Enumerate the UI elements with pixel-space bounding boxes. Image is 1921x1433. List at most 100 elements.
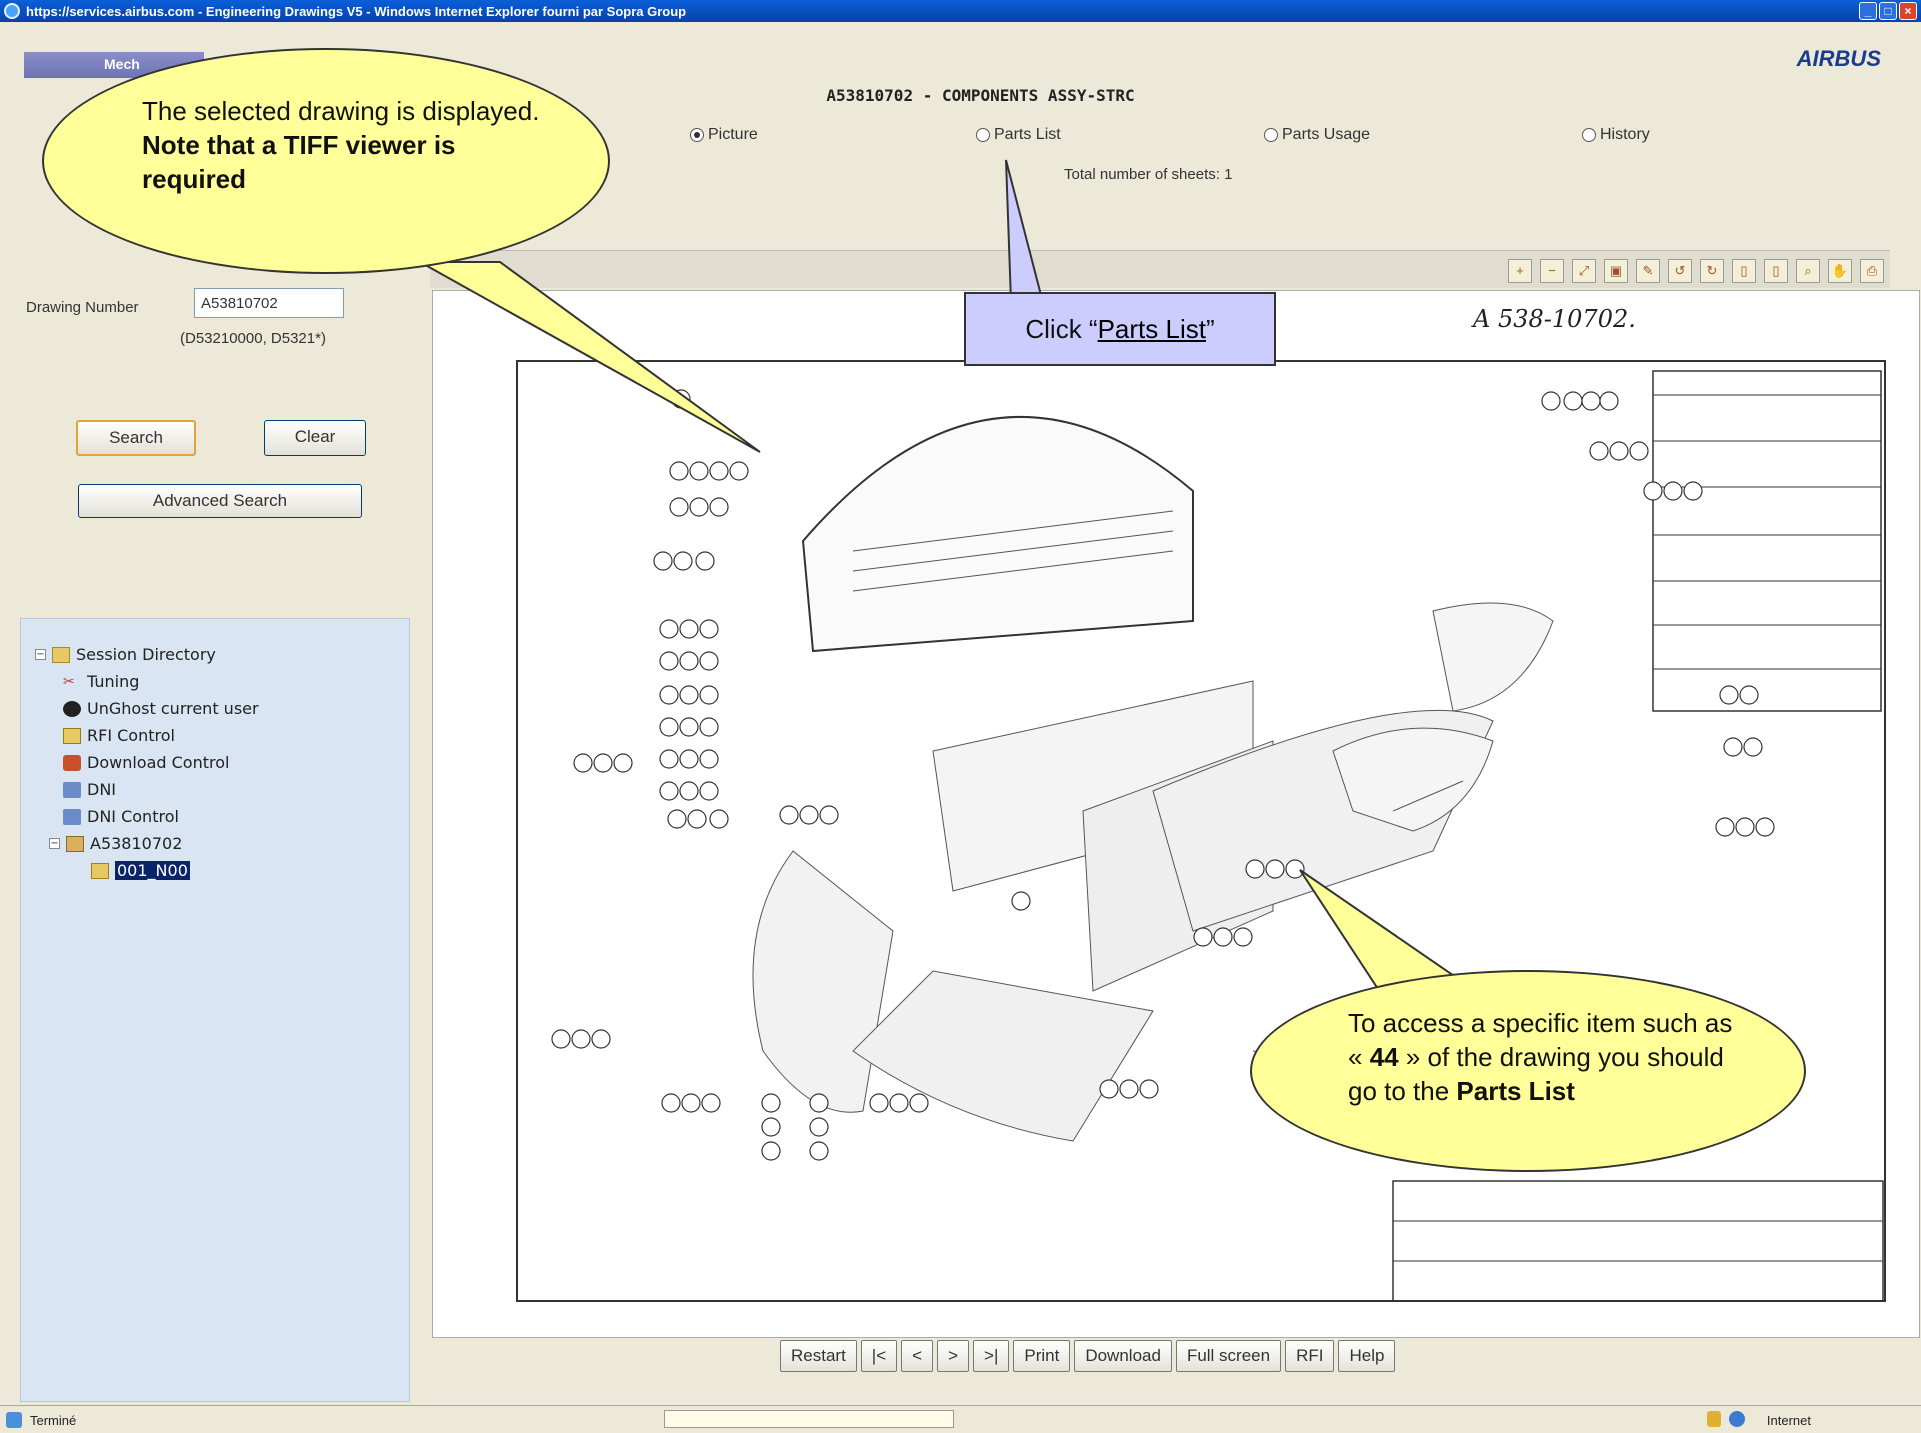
last-page-button[interactable]: >| (973, 1340, 1010, 1372)
folder-icon (52, 646, 70, 663)
status-progress (664, 1410, 954, 1428)
callout-click-parts-list: Click “Parts List” (964, 292, 1276, 366)
airbus-logo: AIRBUS (1796, 46, 1881, 71)
previous-page-button[interactable]: < (901, 1340, 934, 1372)
help-button[interactable]: Help (1338, 1340, 1396, 1372)
tuning-icon: ✂ (63, 673, 75, 690)
tree-item-unghost[interactable]: UnGhost current user (35, 695, 409, 722)
drawing-number-label: Drawing Number (26, 299, 139, 316)
page-icon[interactable]: ▯ (1732, 259, 1756, 283)
search-button[interactable]: Search (76, 420, 196, 456)
tree-label: Download Control (87, 753, 230, 772)
minimize-button[interactable]: _ (1859, 2, 1877, 20)
radio-picture[interactable]: Picture (690, 126, 758, 144)
magnify-icon[interactable]: ⌕ (1796, 259, 1820, 283)
tree-item-rfi[interactable]: RFI Control (35, 722, 409, 749)
callout-note: Note that a TIFF viewer is required (142, 130, 456, 194)
status-bar: Terminé Internet (0, 1405, 1921, 1433)
tree-label-selected: 001_N00 (115, 861, 190, 880)
radio-button[interactable] (1264, 128, 1278, 142)
radio-button[interactable] (690, 128, 704, 142)
callout-item-number: 44 (1369, 1042, 1399, 1072)
first-page-button[interactable]: |< (860, 1340, 898, 1372)
callout-link: Parts List (1097, 314, 1206, 344)
lock-icon (1707, 1411, 1721, 1427)
viewer-toolbar: + − ⤢ ▣ ✎ ↺ ↻ ▯ ▯ ⌕ ✋ ⎙ (430, 250, 1890, 288)
callout-text: The selected drawing is displayed. (142, 96, 540, 126)
callout-text: ” (1205, 314, 1215, 344)
tree-root[interactable]: − Session Directory (35, 641, 409, 668)
zoom-in-icon[interactable]: + (1508, 259, 1532, 283)
tree-label: Tuning (87, 672, 140, 691)
rotate-right-icon[interactable]: ↻ (1700, 259, 1724, 283)
download-button[interactable]: Download (1074, 1340, 1172, 1372)
callout-access-item: To access a specific item such as « 44 »… (1250, 970, 1806, 1172)
tree-label: RFI Control (87, 726, 175, 745)
radio-parts-list[interactable]: Parts List (976, 126, 1061, 144)
tree-label: DNI (87, 780, 117, 799)
tree-item-dni[interactable]: DNI (35, 776, 409, 803)
tree-item-tuning[interactable]: ✂ Tuning (35, 668, 409, 695)
advanced-search-button[interactable]: Advanced Search (78, 484, 362, 518)
rotate-left-icon[interactable]: ↺ (1668, 259, 1692, 283)
window-controls: _ □ × (1859, 2, 1917, 20)
sheet-icon (91, 862, 109, 879)
engineering-drawing (516, 360, 1886, 1302)
tree-label: Session Directory (76, 645, 216, 664)
print-icon[interactable]: ⎙ (1860, 259, 1884, 283)
tree-label: UnGhost current user (87, 699, 259, 718)
callout-bold: Parts List (1456, 1076, 1575, 1106)
pan-hand-icon[interactable]: ✋ (1828, 259, 1852, 283)
window-title: https://services.airbus.com - Engineerin… (26, 3, 687, 19)
dni-icon (63, 808, 81, 825)
dni-icon (63, 781, 81, 798)
restart-button[interactable]: Restart (780, 1340, 857, 1372)
window-title-bar: https://services.airbus.com - Engineerin… (0, 0, 1921, 22)
zoom-out-icon[interactable]: − (1540, 259, 1564, 283)
globe-icon (1729, 1411, 1745, 1427)
session-tree: − Session Directory ✂ Tuning UnGhost cur… (20, 618, 410, 1402)
tree-item-dni-control[interactable]: DNI Control (35, 803, 409, 830)
close-button[interactable]: × (1899, 2, 1917, 20)
ie-icon (4, 3, 20, 19)
tree-label: A53810702 (90, 834, 183, 853)
maximize-button[interactable]: □ (1879, 2, 1897, 20)
radio-button[interactable] (976, 128, 990, 142)
callout-drawing-displayed: The selected drawing is displayed. Note … (42, 48, 610, 274)
full-screen-button[interactable]: Full screen (1175, 1340, 1282, 1372)
radio-button[interactable] (1582, 128, 1596, 142)
collapse-icon[interactable]: − (35, 649, 46, 660)
page-done-icon (6, 1412, 22, 1428)
radio-history[interactable]: History (1582, 126, 1650, 144)
tree-item-sheet[interactable]: 001_N00 (35, 857, 409, 884)
status-text: Terminé (30, 1413, 77, 1428)
next-page-button[interactable]: > (937, 1340, 970, 1372)
book-icon (66, 835, 84, 852)
tree-item-drawing[interactable]: − A53810702 (35, 830, 409, 857)
zoom-fit-icon[interactable]: ⤢ (1572, 259, 1596, 283)
radio-label: Picture (708, 126, 758, 143)
page-alt-icon[interactable]: ▯ (1764, 259, 1788, 283)
drawing-number-hint: (D53210000, D5321*) (180, 330, 326, 347)
download-icon (63, 754, 81, 771)
radio-label: History (1600, 126, 1650, 143)
security-zone: Internet (1766, 1413, 1811, 1428)
user-icon (63, 700, 81, 717)
collapse-icon[interactable]: − (49, 838, 60, 849)
select-area-icon[interactable]: ▣ (1604, 259, 1628, 283)
tree-label: DNI Control (87, 807, 179, 826)
tool-icons: + − ⤢ ▣ ✎ ↺ ↻ ▯ ▯ ⌕ ✋ ⎙ (1508, 259, 1884, 283)
mail-icon (63, 727, 81, 744)
radio-label: Parts List (994, 126, 1061, 143)
clear-button[interactable]: Clear (264, 420, 366, 456)
annotate-icon[interactable]: ✎ (1636, 259, 1660, 283)
tree-item-download[interactable]: Download Control (35, 749, 409, 776)
drawing-number-input[interactable] (194, 288, 344, 318)
radio-parts-usage[interactable]: Parts Usage (1264, 126, 1370, 144)
navigation-bar: Restart |< < > >| Print Download Full sc… (780, 1340, 1396, 1372)
radio-label: Parts Usage (1282, 126, 1371, 143)
callout-text: Click “ (1025, 314, 1098, 344)
print-button[interactable]: Print (1013, 1340, 1071, 1372)
rfi-button[interactable]: RFI (1285, 1340, 1335, 1372)
drawing-viewer[interactable]: A 538-10702. (432, 290, 1920, 1338)
